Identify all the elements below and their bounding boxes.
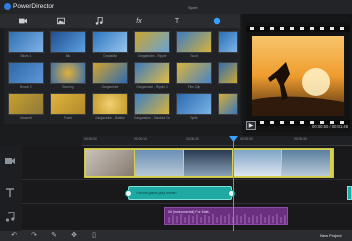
tab-video[interactable] <box>6 14 40 28</box>
library-item[interactable]: Gargantube - Ripple 2 <box>134 62 170 89</box>
library-item[interactable]: Fuzer <box>50 93 86 120</box>
thumbnail <box>134 93 170 115</box>
title-bar: PowerDirector <box>0 0 352 14</box>
edit-icon[interactable]: ✎ <box>50 232 58 240</box>
library-item[interactable]: Blues 1 <box>8 31 44 58</box>
thumbnail <box>218 31 238 53</box>
thumbnail <box>92 62 128 84</box>
thumbnail <box>92 93 128 115</box>
audio-clip-label: 06 (Instrumental) For Matt.. <box>168 210 211 214</box>
app-title: PowerDirector <box>13 3 55 10</box>
undo-icon[interactable]: ↶ <box>10 232 18 240</box>
library-heading: Sport <box>188 5 198 10</box>
library-item[interactable] <box>218 62 238 85</box>
thumbnail <box>176 62 212 84</box>
thumbnail <box>92 31 128 53</box>
video-track-icon <box>5 158 15 164</box>
thumbnail <box>176 93 212 115</box>
thumbnail <box>134 62 170 84</box>
ruler-tick: 00:00:40 <box>294 137 307 141</box>
clip-frame <box>282 150 330 176</box>
fx-icon: fx <box>136 17 142 25</box>
library-item[interactable]: Gargantube - Ripple <box>134 31 170 58</box>
thumbnail <box>50 62 86 84</box>
ruler-tick: 00:00:20 <box>186 137 199 141</box>
library-item[interactable]: Film Clip <box>176 62 212 89</box>
brush-icon <box>213 17 221 25</box>
music-track-icon <box>5 212 15 222</box>
timeline-ruler[interactable]: 00:00:00 00:00:10 00:00:20 00:00:30 00:0… <box>82 136 352 146</box>
title-clip-next[interactable] <box>347 186 352 200</box>
new-project-button[interactable]: New Project <box>320 233 342 238</box>
thumbnail <box>8 93 44 115</box>
image-icon <box>57 17 65 25</box>
tab-transitions[interactable] <box>200 14 234 28</box>
library-category-bar: fx T <box>0 14 240 28</box>
ruler-tick: 00:00:30 <box>240 137 253 141</box>
ruler-tick: 00:00:10 <box>134 137 147 141</box>
preview-image <box>246 22 350 132</box>
library-item[interactable]: Gargantube - Bubble <box>92 93 128 120</box>
thumbnail <box>8 31 44 53</box>
music-icon <box>95 17 103 25</box>
clip-frame <box>184 150 232 176</box>
move-icon[interactable]: ✥ <box>70 232 78 240</box>
library-item[interactable]: Blo <box>50 31 86 58</box>
audio-clip[interactable]: 06 (Instrumental) For Matt.. <box>164 207 288 225</box>
app-logo-icon <box>4 3 11 10</box>
library-item[interactable]: Gargantube - Stacked Cross <box>134 93 170 120</box>
library-item[interactable]: Spite <box>176 93 212 120</box>
clip-frame <box>135 150 183 176</box>
play-button[interactable]: ▶ <box>246 121 256 130</box>
tab-titles[interactable]: T <box>160 14 194 28</box>
preview-panel <box>242 14 352 138</box>
video-clip[interactable] <box>84 148 334 178</box>
library-item[interactable] <box>218 93 238 116</box>
thumbnail <box>218 93 238 115</box>
thumbnail <box>8 62 44 84</box>
title-clip-label: I mount game-play mover! <box>136 191 177 195</box>
tab-image[interactable] <box>44 14 78 28</box>
ruler-tick: 00:00:00 <box>84 137 97 141</box>
playhead[interactable] <box>233 136 234 232</box>
play-icon: ▶ <box>248 123 254 129</box>
thumbnail <box>218 62 238 84</box>
title-clip[interactable]: I mount game-play mover! <box>125 186 235 200</box>
library-item[interactable] <box>218 31 238 54</box>
thumbnail <box>176 31 212 53</box>
clip-frame <box>86 150 134 176</box>
thumbnail <box>50 93 86 115</box>
redo-icon[interactable]: ↷ <box>30 232 38 240</box>
delete-icon[interactable]: ▯ <box>90 232 98 240</box>
preview-window[interactable] <box>246 22 350 132</box>
library-item[interactable]: Scott <box>176 31 212 58</box>
thumbnail <box>134 31 170 53</box>
tab-effects[interactable]: fx <box>122 14 156 28</box>
library-item[interactable]: Museoft <box>8 93 44 120</box>
clip-frame <box>233 150 281 176</box>
thumbnail <box>50 31 86 53</box>
bottom-toolbar: ↶ ↷ ✎ ✥ ▯ New Project <box>0 231 352 241</box>
title-clip-start-handle[interactable] <box>125 190 132 197</box>
video-icon <box>19 18 27 24</box>
library-item[interactable]: Burning <box>50 62 86 89</box>
title-track-icon <box>6 188 14 197</box>
library-item[interactable]: Brown 2 <box>8 62 44 89</box>
library-item[interactable]: Crystallist <box>92 31 128 58</box>
tab-music[interactable] <box>82 14 116 28</box>
title-icon: T <box>174 17 180 25</box>
track-headers <box>0 146 22 231</box>
preview-timecode: 00:00:50 / 00:01:46 <box>312 124 349 129</box>
library-item[interactable]: Gargantube <box>92 62 128 89</box>
